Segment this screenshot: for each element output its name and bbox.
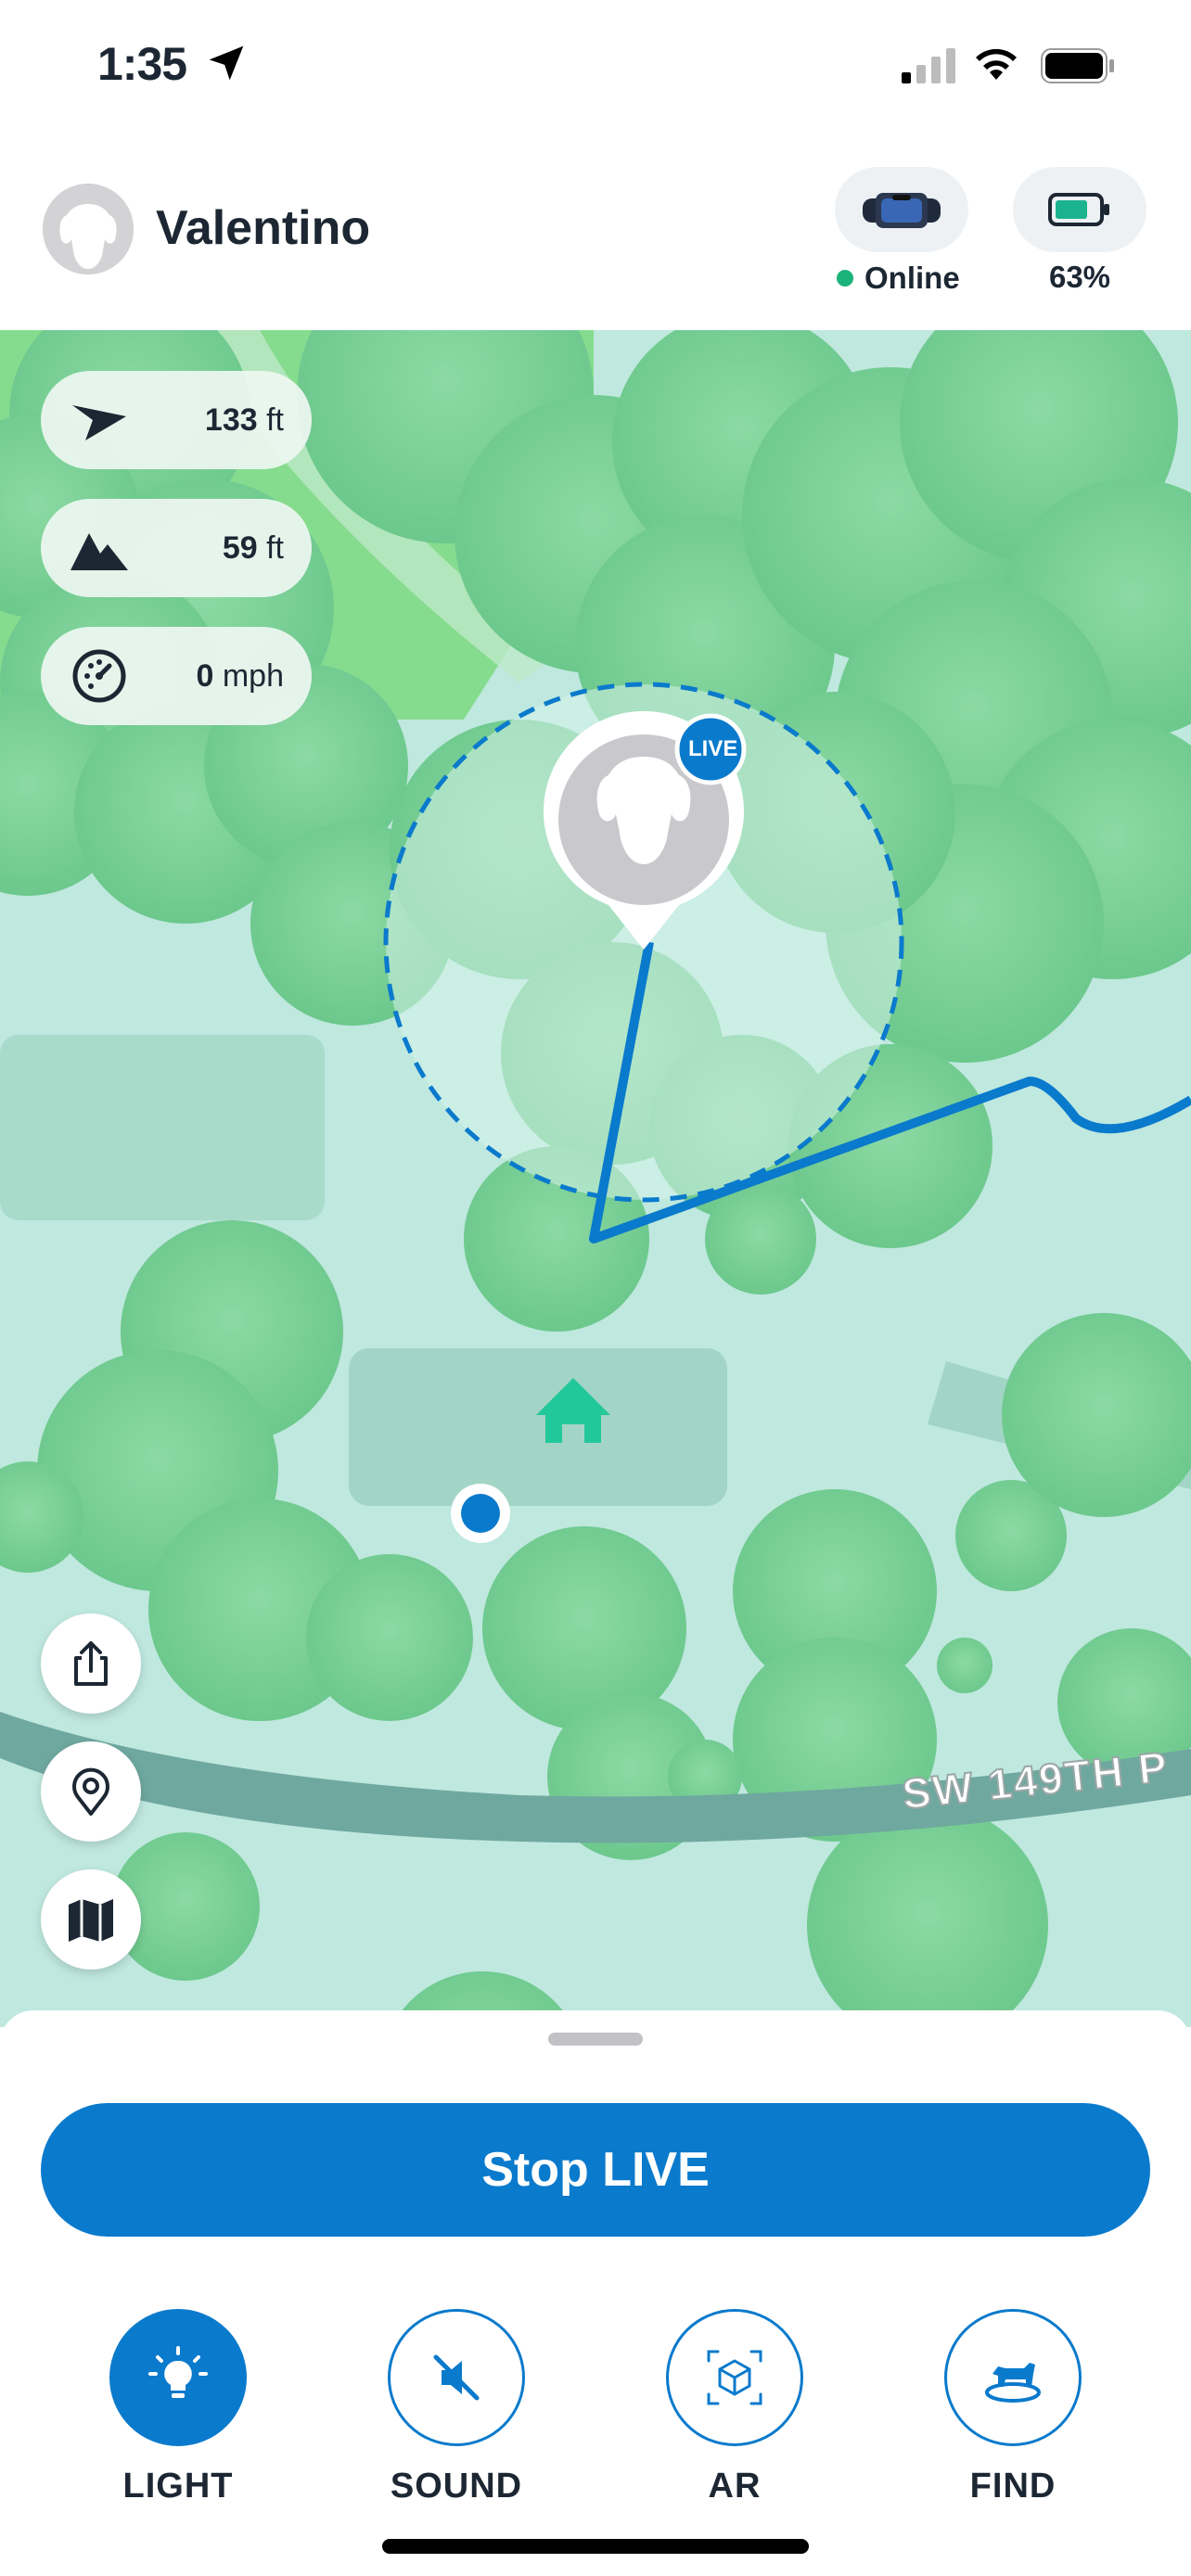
ar-label: AR [708, 2467, 762, 2506]
battery-percent: 63% [1048, 260, 1111, 294]
distance-arrow-icon [72, 405, 126, 440]
battery-icon [1048, 193, 1109, 226]
light-button[interactable] [109, 2309, 247, 2446]
bottom-sheet: Stop LIVE LIGHT SOUND AR FIND [0, 2010, 1191, 2576]
sheet-grabber[interactable] [548, 2033, 643, 2046]
altitude-stat: 59 ft [41, 499, 312, 597]
find-button[interactable] [944, 2309, 1082, 2446]
action-sound[interactable]: SOUND [373, 2309, 540, 2506]
live-badge: LIVE [688, 736, 738, 761]
map-layers-icon [69, 1899, 113, 1942]
sound-button[interactable] [388, 2309, 525, 2446]
speed-unit: mph [222, 657, 284, 694]
wifi-icon [976, 48, 1017, 80]
speed-stat: 0 mph [41, 627, 312, 725]
light-label: LIGHT [122, 2467, 234, 2506]
altitude-unit: ft [266, 529, 284, 566]
ar-cube-icon [707, 2350, 762, 2405]
speedometer-icon [72, 649, 126, 703]
collar-device-icon [863, 193, 941, 228]
device-status-pill[interactable] [835, 167, 968, 252]
status-bar: 1:35 [0, 0, 1191, 139]
distance-unit: ft [266, 402, 284, 438]
battery-icon [1041, 48, 1114, 83]
location-pin-icon [72, 1767, 109, 1816]
stop-live-button[interactable]: Stop LIVE [41, 2103, 1150, 2237]
location-arrow-icon [209, 45, 244, 81]
distance-stat: 133 ft [41, 371, 312, 469]
speed-value: 0 [196, 657, 214, 694]
online-label: Online [864, 261, 960, 295]
sound-muted-icon [433, 2354, 480, 2401]
altitude-mountain-icon [70, 533, 128, 570]
battery-status-pill[interactable] [1013, 167, 1146, 252]
location-button[interactable] [41, 1741, 141, 1842]
pet-header: Valentino Online 63% [0, 139, 1191, 330]
pet-name[interactable]: Valentino [156, 200, 370, 256]
share-icon [74, 1641, 108, 1686]
distance-value: 133 [204, 402, 258, 438]
ar-button[interactable] [666, 2309, 803, 2446]
action-find[interactable]: FIND [929, 2309, 1096, 2506]
action-light[interactable]: LIGHT [95, 2309, 262, 2506]
pet-avatar[interactable] [43, 184, 134, 274]
map-layers-button[interactable] [41, 1869, 141, 1970]
share-button[interactable] [41, 1613, 141, 1714]
find-dog-icon [985, 2363, 1041, 2403]
find-label: FIND [969, 2467, 1057, 2506]
distance-value-wrap: 133 ft [205, 402, 284, 439]
home-indicator[interactable] [382, 2539, 809, 2554]
altitude-value-wrap: 59 ft [223, 530, 284, 567]
speed-value-wrap: 0 mph [196, 658, 284, 695]
lightbulb-icon [148, 2346, 208, 2398]
cellular-signal-icon [902, 48, 955, 83]
status-time: 1:35 [97, 38, 187, 90]
online-status: Online [837, 260, 960, 297]
action-ar[interactable]: AR [651, 2309, 818, 2506]
dog-avatar-icon [43, 184, 134, 274]
map-view[interactable]: LIVE 133 ft 59 ft 0 mph SW 149TH P [0, 330, 1191, 2027]
online-dot [837, 270, 853, 287]
altitude-value: 59 [222, 529, 258, 566]
sound-label: SOUND [390, 2467, 523, 2506]
